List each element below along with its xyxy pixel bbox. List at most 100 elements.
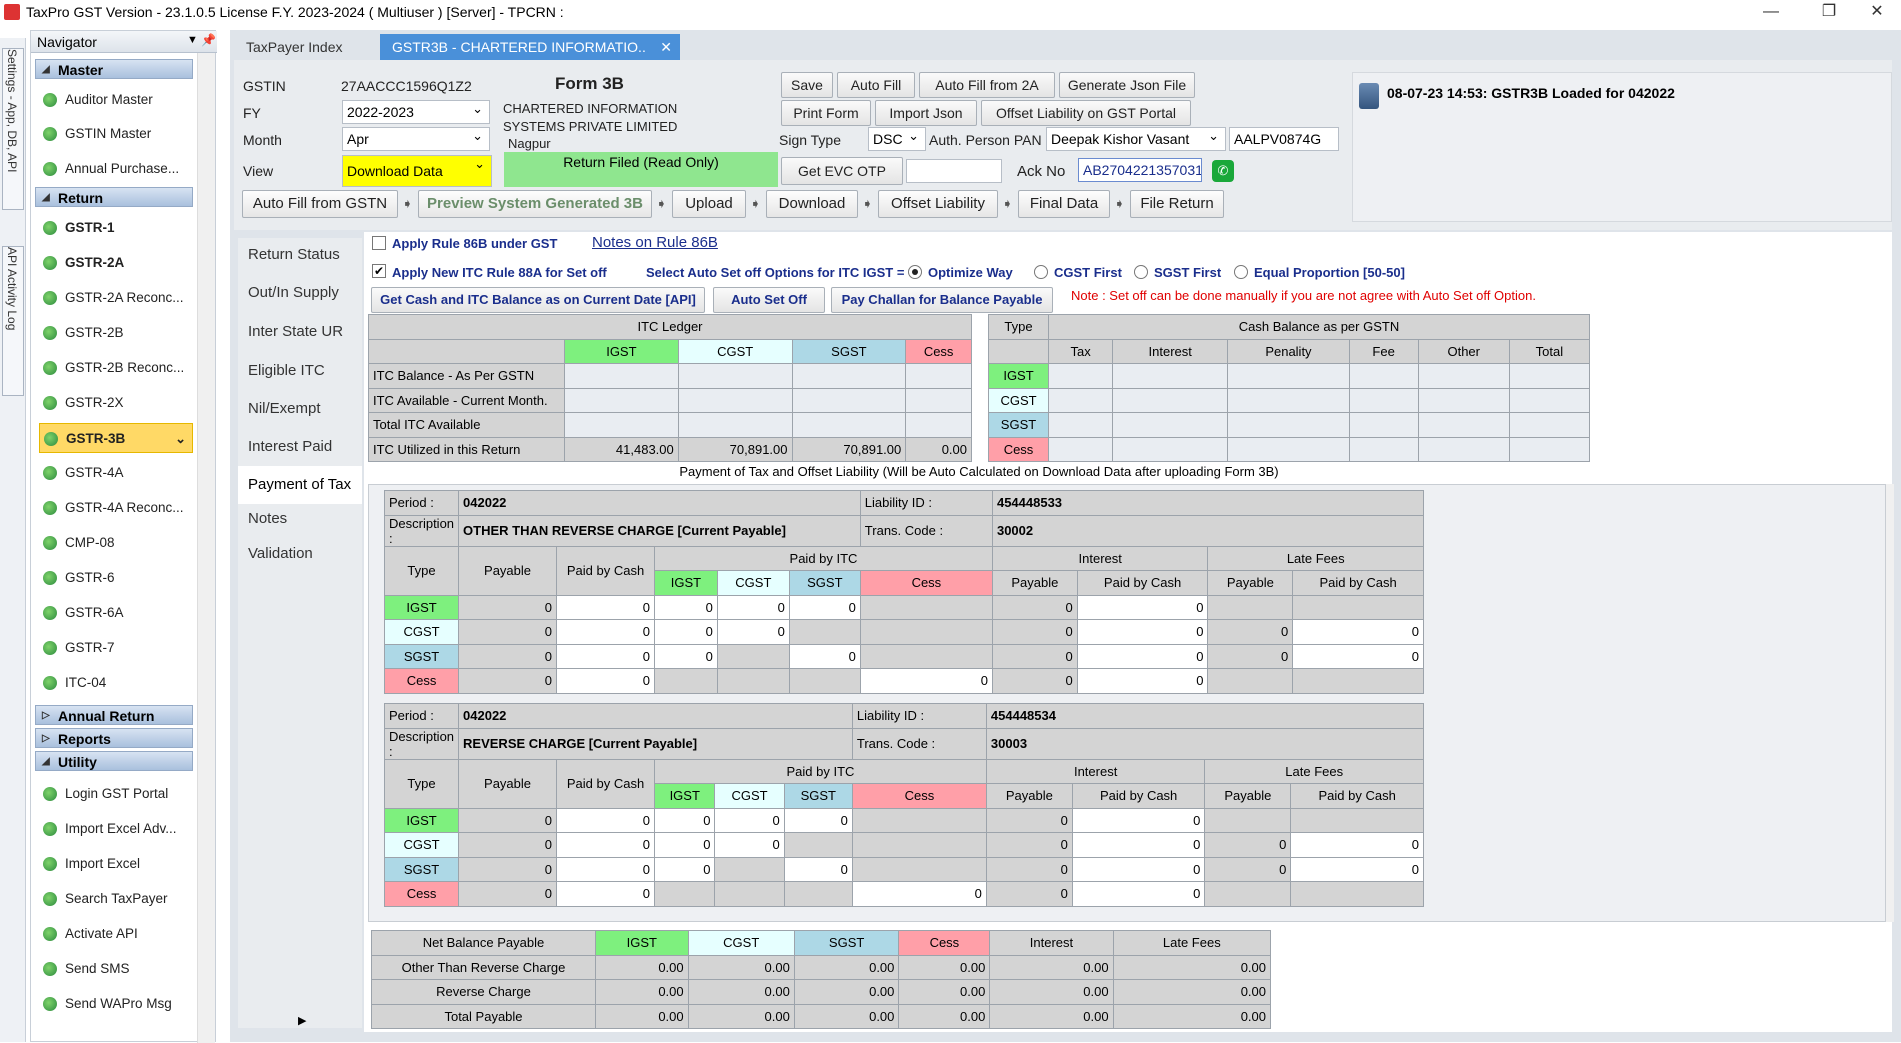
- nav-item-gstr-2b-reconc[interactable]: GSTR-2B Reconc...: [39, 353, 193, 383]
- step-offset-liability[interactable]: Offset Liability: [878, 190, 998, 218]
- auto-fill-2a-button[interactable]: Auto Fill from 2A: [919, 72, 1055, 98]
- value-cell[interactable]: 0: [716, 619, 790, 645]
- otp-input[interactable]: [906, 159, 1002, 183]
- value-cell[interactable]: 0: [654, 619, 718, 645]
- close-window-icon[interactable]: ✕: [1854, 0, 1900, 26]
- cgst-first-radio[interactable]: [1034, 265, 1048, 279]
- value-cell[interactable]: 0: [556, 807, 656, 833]
- close-tab-icon[interactable]: ✕: [660, 34, 672, 60]
- menu-inter-state-ur[interactable]: Inter State UR: [248, 323, 343, 340]
- settings-vertical-tab[interactable]: Settings - App, DB, API: [2, 48, 24, 210]
- value-cell[interactable]: 0: [654, 832, 716, 858]
- value-cell[interactable]: 0: [788, 594, 861, 620]
- value-cell[interactable]: 0: [1071, 881, 1206, 907]
- whatsapp-icon[interactable]: ✆: [1212, 160, 1234, 182]
- print-form-button[interactable]: Print Form: [781, 100, 871, 126]
- value-cell[interactable]: 0: [1290, 856, 1424, 882]
- nav-group-reports[interactable]: ▷ Reports: [35, 728, 193, 748]
- value-cell[interactable]: 0: [783, 856, 853, 882]
- nav-item-gstr-2a-reconc[interactable]: GSTR-2A Reconc...: [39, 283, 193, 313]
- nav-item-gstr-2b[interactable]: GSTR-2B: [39, 318, 193, 348]
- value-cell[interactable]: 0: [654, 807, 716, 833]
- navigator-scrollbar[interactable]: [197, 53, 215, 1043]
- step-auto-fill-gstn[interactable]: Auto Fill from GSTN: [242, 190, 398, 218]
- nav-item-activate-api[interactable]: Activate API: [39, 919, 193, 949]
- value-cell[interactable]: 0: [851, 881, 987, 907]
- value-cell[interactable]: 0: [1071, 856, 1206, 882]
- nav-item-gstr-6[interactable]: GSTR-6: [39, 563, 193, 593]
- value-cell[interactable]: 0: [1076, 643, 1209, 669]
- value-cell[interactable]: 0: [556, 619, 656, 645]
- nav-item-import-excel[interactable]: Import Excel: [39, 849, 193, 879]
- expand-arrow-icon[interactable]: ▶: [298, 1014, 306, 1027]
- nav-group-return[interactable]: ◢ Return: [35, 187, 193, 207]
- value-cell[interactable]: 0: [859, 668, 993, 694]
- value-cell[interactable]: 0: [788, 643, 861, 669]
- fy-select[interactable]: 2022-2023: [342, 100, 490, 124]
- nav-item-itc-04[interactable]: ITC-04: [39, 668, 193, 698]
- nav-item-gstr-4a[interactable]: GSTR-4A: [39, 458, 193, 488]
- value-cell[interactable]: 0: [654, 594, 718, 620]
- menu-payment-of-tax[interactable]: Payment of Tax: [238, 466, 362, 504]
- month-select[interactable]: Apr: [342, 127, 490, 151]
- auth-person-select[interactable]: Deepak Kishor Vasant: [1046, 127, 1226, 151]
- menu-out-in-supply[interactable]: Out/In Supply: [248, 284, 339, 301]
- pin-icon[interactable]: 📌: [201, 33, 216, 47]
- menu-return-status[interactable]: Return Status: [248, 246, 340, 263]
- minimize-icon[interactable]: —: [1748, 0, 1794, 26]
- value-cell[interactable]: 0: [714, 832, 785, 858]
- pay-challan-button[interactable]: Pay Challan for Balance Payable: [831, 287, 1053, 313]
- ack-no-field[interactable]: AB2704221357031: [1078, 158, 1202, 182]
- offset-liability-portal-button[interactable]: Offset Liability on GST Portal: [981, 100, 1191, 126]
- notes-86b-link[interactable]: Notes on Rule 86B: [592, 234, 718, 251]
- value-cell[interactable]: 0: [1290, 832, 1424, 858]
- step-download[interactable]: Download: [766, 190, 858, 218]
- nav-item-auditor-master[interactable]: Auditor Master: [39, 85, 193, 115]
- value-cell[interactable]: 0: [714, 807, 785, 833]
- sign-type-select[interactable]: DSC: [868, 127, 926, 151]
- equal-proportion-radio[interactable]: [1234, 265, 1248, 279]
- nav-item-gstin-master[interactable]: GSTIN Master: [39, 119, 193, 149]
- menu-notes[interactable]: Notes: [248, 510, 287, 527]
- value-cell[interactable]: 0: [556, 856, 656, 882]
- value-cell[interactable]: 0: [783, 807, 853, 833]
- get-evc-otp-button[interactable]: Get EVC OTP: [781, 157, 903, 185]
- sgst-first-radio[interactable]: [1134, 265, 1148, 279]
- value-cell[interactable]: 0: [556, 832, 656, 858]
- value-cell[interactable]: 0: [1071, 807, 1206, 833]
- value-cell[interactable]: 0: [1292, 619, 1424, 645]
- value-cell[interactable]: 0: [556, 643, 656, 669]
- nav-item-gstr-2x[interactable]: GSTR-2X: [39, 388, 193, 418]
- nav-item-gstr-1[interactable]: GSTR-1: [39, 213, 193, 243]
- menu-validation[interactable]: Validation: [248, 545, 313, 562]
- nav-group-annual-return[interactable]: ▷ Annual Return: [35, 705, 193, 725]
- generate-json-button[interactable]: Generate Json File: [1059, 72, 1195, 98]
- get-cash-itc-balance-button[interactable]: Get Cash and ITC Balance as on Current D…: [371, 287, 705, 313]
- nav-item-import-excel-adv[interactable]: Import Excel Adv...: [39, 814, 193, 844]
- value-cell[interactable]: 0: [1071, 832, 1206, 858]
- rule86b-checkbox[interactable]: [372, 236, 386, 250]
- value-cell[interactable]: 0: [1076, 668, 1209, 694]
- nav-item-annual-purchase[interactable]: Annual Purchase...: [39, 154, 193, 184]
- nav-item-gstr-4a-reconc[interactable]: GSTR-4A Reconc...: [39, 493, 193, 523]
- value-cell[interactable]: 0: [1076, 619, 1209, 645]
- import-json-button[interactable]: Import Json: [875, 100, 977, 126]
- step-preview-3b[interactable]: Preview System Generated 3B: [418, 190, 652, 218]
- nav-item-gstr-2a[interactable]: GSTR-2A: [39, 248, 193, 278]
- step-final-data[interactable]: Final Data: [1018, 190, 1110, 218]
- save-button[interactable]: Save: [781, 72, 833, 98]
- api-activity-log-tab[interactable]: API Activity Log: [2, 246, 24, 396]
- value-cell[interactable]: 0: [654, 856, 716, 882]
- maximize-icon[interactable]: ❐: [1806, 0, 1852, 26]
- value-cell[interactable]: 0: [556, 668, 656, 694]
- payment-scrollbar[interactable]: [1886, 484, 1894, 922]
- nav-item-search-taxpayer[interactable]: Search TaxPayer: [39, 884, 193, 914]
- dropdown-icon[interactable]: ▼: [187, 34, 198, 46]
- menu-interest-paid[interactable]: Interest Paid: [248, 438, 332, 455]
- pan-field[interactable]: AALPV0874G: [1229, 127, 1339, 151]
- nav-item-gstr-7[interactable]: GSTR-7: [39, 633, 193, 663]
- nav-item-send-sms[interactable]: Send SMS: [39, 954, 193, 984]
- tab-gstr3b[interactable]: GSTR3B - CHARTERED INFORMATIO.. ✕: [380, 34, 680, 62]
- value-cell[interactable]: 0: [1076, 594, 1209, 620]
- menu-eligible-itc[interactable]: Eligible ITC: [248, 362, 325, 379]
